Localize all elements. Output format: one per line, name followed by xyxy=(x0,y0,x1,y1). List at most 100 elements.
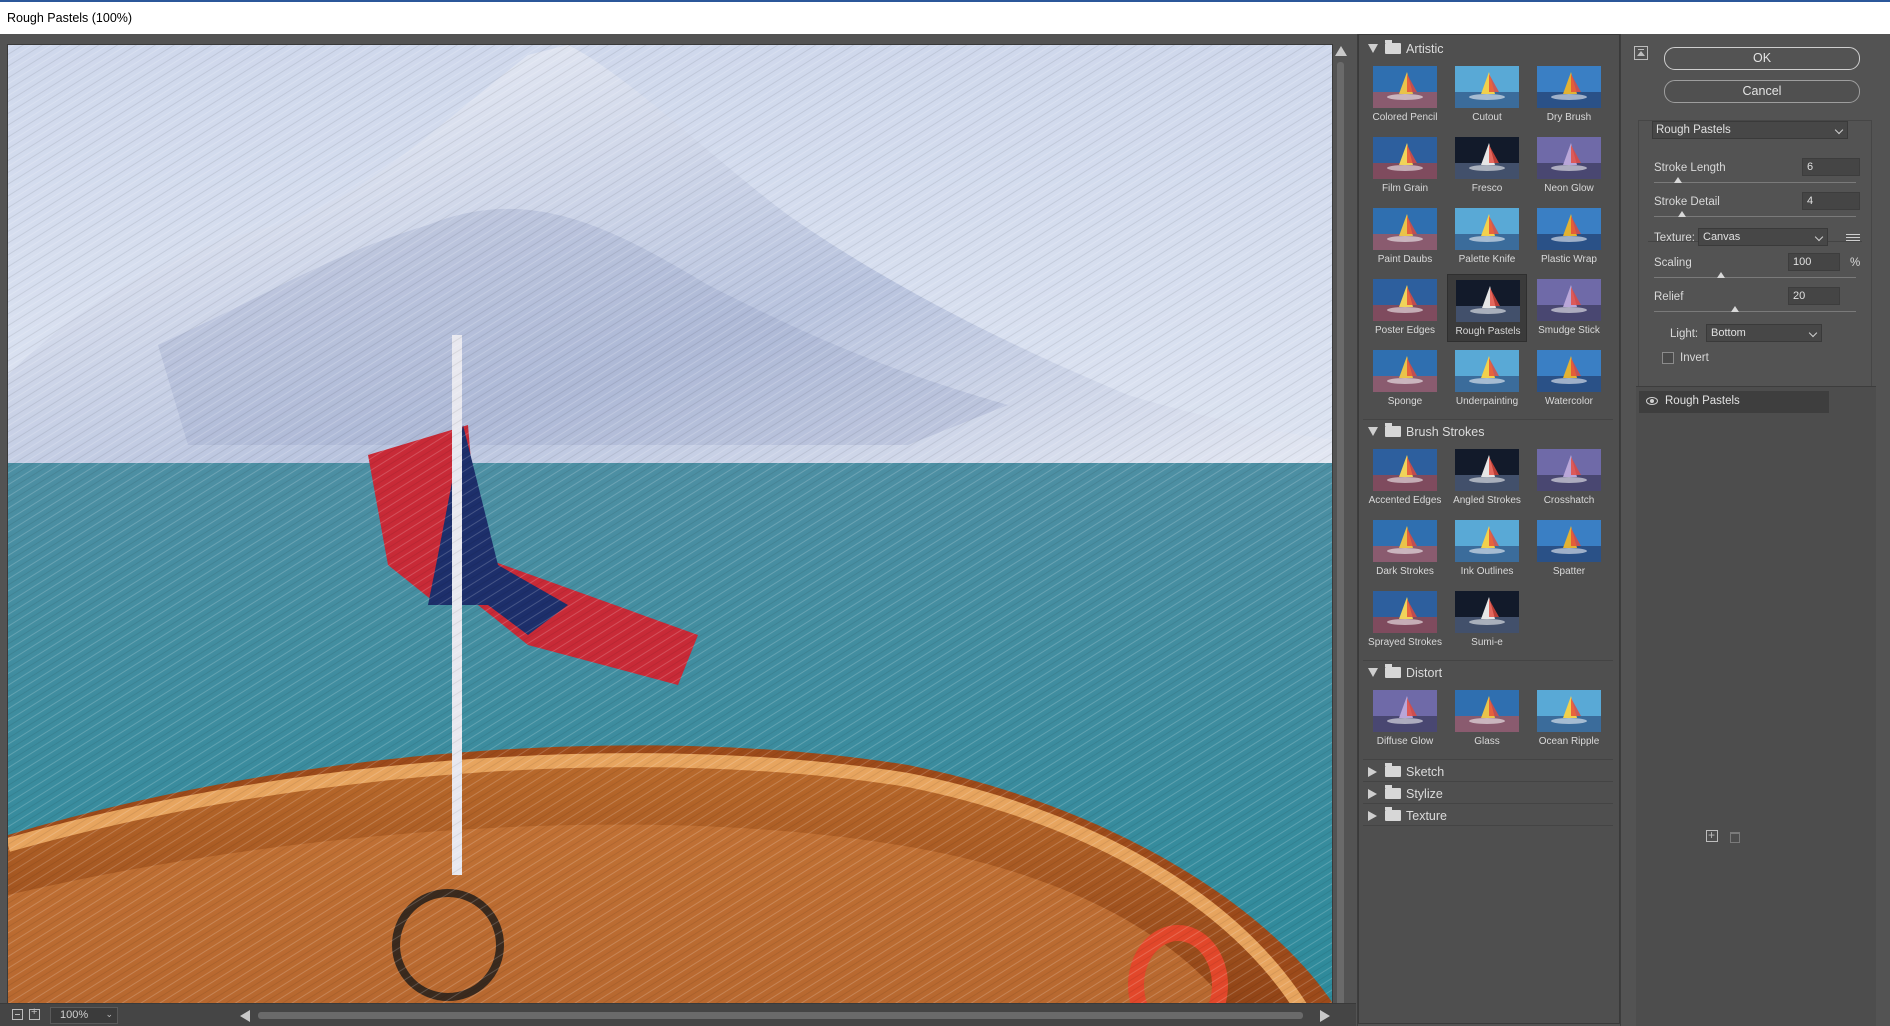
filter-thumb-label: Plastic Wrap xyxy=(1541,254,1597,265)
stroke-detail-slider-knob[interactable] xyxy=(1678,211,1687,217)
eye-icon[interactable] xyxy=(1646,397,1658,405)
filter-thumb-label: Colored Pencil xyxy=(1372,112,1438,123)
filter-thumb-paint-daubs[interactable]: Paint Daubs xyxy=(1365,203,1445,271)
stroke-detail-input[interactable]: 4 xyxy=(1802,192,1860,210)
light-select-value: Bottom xyxy=(1711,327,1746,339)
zoom-select[interactable]: 100% ⌄ xyxy=(50,1007,118,1024)
filter-thumb-palette-knife[interactable]: Palette Knife xyxy=(1447,203,1527,271)
filter-thumb-diffuse-glow[interactable]: Diffuse Glow xyxy=(1365,685,1445,753)
category-sketch[interactable]: Sketch xyxy=(1363,762,1613,782)
light-select[interactable]: Bottom xyxy=(1706,324,1822,342)
filter-thumb-sumi-e[interactable]: Sumi-e xyxy=(1447,586,1527,654)
filter-thumb-film-grain[interactable]: Film Grain xyxy=(1365,132,1445,200)
zoom-out-icon[interactable] xyxy=(12,1009,23,1020)
cancel-button[interactable]: Cancel xyxy=(1664,80,1860,103)
filter-thumb-label: Sponge xyxy=(1387,396,1423,407)
filter-preview-image xyxy=(1373,690,1437,732)
stroke-length-slider-knob[interactable] xyxy=(1674,177,1683,183)
texture-label: Texture: xyxy=(1654,232,1695,244)
triangle-down-icon[interactable] xyxy=(1368,668,1378,677)
filter-thumb-rough-pastels[interactable]: Rough Pastels xyxy=(1447,274,1527,342)
filter-thumb-neon-glow[interactable]: Neon Glow xyxy=(1529,132,1609,200)
category-stylize[interactable]: Stylize xyxy=(1363,784,1613,804)
category-label: Stylize xyxy=(1406,787,1443,801)
filter-thumb-watercolor[interactable]: Watercolor xyxy=(1529,345,1609,413)
filter-thumb-label: Sumi-e xyxy=(1471,637,1503,648)
stroke-length-slider[interactable] xyxy=(1654,182,1856,183)
filter-thumb-dark-strokes[interactable]: Dark Strokes xyxy=(1365,515,1445,583)
texture-menu-icon[interactable] xyxy=(1846,234,1860,244)
category-label: Brush Strokes xyxy=(1406,425,1485,439)
filter-thumb-colored-pencil[interactable]: Colored Pencil xyxy=(1365,61,1445,129)
filter-gallery-list[interactable]: Artistic Colored Pencil Cutout Dry Brush Fil… xyxy=(1358,34,1620,1024)
filter-select[interactable]: Rough Pastels xyxy=(1652,121,1848,139)
filter-thumb-sponge[interactable]: Sponge xyxy=(1365,345,1445,413)
vertical-scrollbar[interactable] xyxy=(1333,44,1348,1026)
filter-preview-image xyxy=(1455,137,1519,179)
vertical-scroll-thumb[interactable] xyxy=(1337,62,1344,1017)
scroll-right-arrow-icon[interactable] xyxy=(1320,1010,1330,1022)
window-title-bar: Rough Pastels (100%) xyxy=(0,0,1890,34)
filter-preview-image xyxy=(1373,137,1437,179)
scaling-slider[interactable] xyxy=(1654,277,1856,278)
zoom-in-icon[interactable] xyxy=(29,1006,40,1020)
filter-preview-image xyxy=(1455,591,1519,633)
filter-thumb-plastic-wrap[interactable]: Plastic Wrap xyxy=(1529,203,1609,271)
relief-input[interactable]: 20 xyxy=(1788,287,1840,305)
scaling-input[interactable]: 100 xyxy=(1788,253,1840,271)
filter-thumb-ocean-ripple[interactable]: Ocean Ripple xyxy=(1529,685,1609,753)
filter-thumb-cutout[interactable]: Cutout xyxy=(1447,61,1527,129)
chevron-down-icon xyxy=(1834,125,1844,135)
scaling-unit: % xyxy=(1850,257,1861,269)
filter-thumb-glass[interactable]: Glass xyxy=(1447,685,1527,753)
triangle-down-icon[interactable] xyxy=(1368,427,1378,436)
filter-thumb-dry-brush[interactable]: Dry Brush xyxy=(1529,61,1609,129)
filter-thumb-label: Watercolor xyxy=(1545,396,1593,407)
filter-thumb-underpainting[interactable]: Underpainting xyxy=(1447,345,1527,413)
triangle-right-icon[interactable] xyxy=(1368,811,1377,821)
filter-thumb-accented-edges[interactable]: Accented Edges xyxy=(1365,444,1445,512)
triangle-down-icon[interactable] xyxy=(1368,44,1378,53)
folder-icon xyxy=(1385,423,1401,437)
triangle-right-icon[interactable] xyxy=(1368,767,1377,777)
filter-thumb-label: Fresco xyxy=(1471,183,1503,194)
filter-thumb-poster-edges[interactable]: Poster Edges xyxy=(1365,274,1445,342)
ok-button[interactable]: OK xyxy=(1664,47,1860,70)
horizontal-scroll-thumb[interactable] xyxy=(258,1012,1303,1019)
relief-slider-knob[interactable] xyxy=(1730,306,1739,312)
filter-preview-image xyxy=(1373,208,1437,250)
filter-thumb-angled-strokes[interactable]: Angled Strokes xyxy=(1447,444,1527,512)
effect-layer-row[interactable]: Rough Pastels xyxy=(1639,391,1829,413)
category-artistic[interactable]: Artistic xyxy=(1363,39,1613,59)
category-texture[interactable]: Texture xyxy=(1363,806,1613,826)
folder-icon xyxy=(1385,40,1401,54)
filter-thumb-smudge-stick[interactable]: Smudge Stick xyxy=(1529,274,1609,342)
scroll-left-arrow-icon[interactable] xyxy=(240,1010,250,1022)
horizontal-scrollbar[interactable] xyxy=(240,1008,1340,1023)
invert-checkbox[interactable] xyxy=(1662,352,1674,364)
triangle-right-icon[interactable] xyxy=(1368,789,1377,799)
filter-preview-image xyxy=(1373,449,1437,491)
filter-thumb-label: Rough Pastels xyxy=(1455,326,1521,337)
category-distort[interactable]: Distort xyxy=(1363,663,1613,683)
texture-select[interactable]: Canvas xyxy=(1698,228,1828,246)
category-brush-strokes[interactable]: Brush Strokes xyxy=(1363,422,1613,442)
filter-preview-image xyxy=(1373,591,1437,633)
filter-thumb-label: Ocean Ripple xyxy=(1538,736,1600,747)
stroke-length-input[interactable]: 6 xyxy=(1802,158,1860,176)
filter-preview-image xyxy=(1455,208,1519,250)
relief-slider[interactable] xyxy=(1654,311,1856,312)
filter-thumb-fresco[interactable]: Fresco xyxy=(1447,132,1527,200)
trash-icon[interactable] xyxy=(1730,832,1740,843)
filter-thumb-crosshatch[interactable]: Crosshatch xyxy=(1529,444,1609,512)
filter-thumb-ink-outlines[interactable]: Ink Outlines xyxy=(1447,515,1527,583)
collapse-panel-icon[interactable] xyxy=(1634,46,1648,60)
new-layer-icon[interactable] xyxy=(1706,828,1718,842)
preview-image[interactable] xyxy=(7,44,1333,1026)
folder-icon xyxy=(1385,807,1401,821)
scroll-up-arrow-icon[interactable] xyxy=(1335,46,1347,56)
scaling-slider-knob[interactable] xyxy=(1716,272,1725,278)
filter-thumb-spatter[interactable]: Spatter xyxy=(1529,515,1609,583)
filter-thumb-label: Film Grain xyxy=(1381,183,1429,194)
filter-thumb-sprayed-strokes[interactable]: Sprayed Strokes xyxy=(1365,586,1445,654)
